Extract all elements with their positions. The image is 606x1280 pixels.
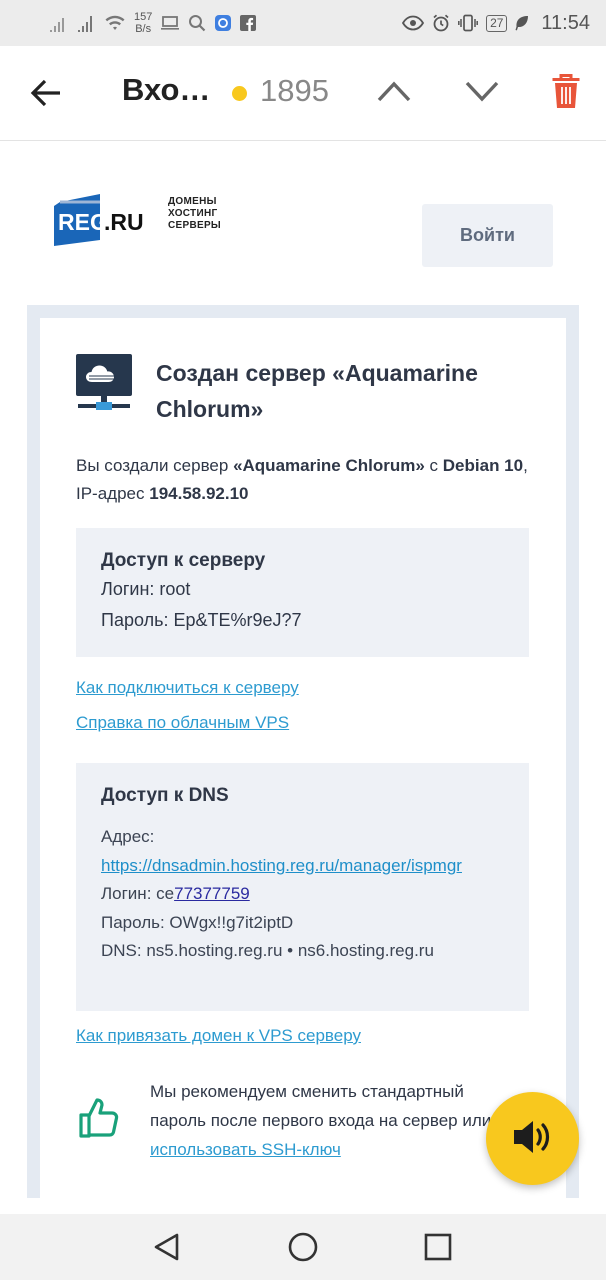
facebook-icon (240, 15, 257, 31)
server-login: Логин: root (101, 579, 191, 599)
nav-back-icon[interactable] (153, 1232, 181, 1267)
speed-value: 157 (134, 11, 153, 23)
app-icon (214, 14, 232, 32)
recommendation-body: Мы рекомендуем сменить стандартный парол… (150, 1082, 492, 1130)
unread-dot (232, 86, 247, 101)
logo-tag-line: ДОМЕНЫ (168, 196, 217, 207)
server-access-heading: Доступ к серверу (101, 550, 266, 571)
dns-login: Логин: ce77377759 (101, 880, 504, 909)
eye-icon (402, 15, 425, 31)
regru-logo: REG .RU (54, 194, 154, 251)
nav-home-icon[interactable] (287, 1232, 319, 1267)
intro-text: с (424, 456, 443, 475)
logo-main-text: REG (58, 209, 108, 235)
server-name: «Aquamarine Chlorum» (233, 456, 425, 475)
clock: 11:54 (541, 11, 590, 34)
dns-login-prefix: Логин: ce (101, 884, 175, 903)
dns-address-link[interactable]: https://dnsadmin.hosting.reg.ru/manager/… (101, 856, 462, 875)
logo-tagline: ДОМЕНЫ ХОСТИНГ СЕРВЕРЫ (168, 196, 221, 232)
bind-domain-link[interactable]: Как привязать домен к VPS серверу (76, 1026, 361, 1046)
login-button[interactable]: Войти (422, 204, 553, 267)
message-counter: 1895 (260, 73, 329, 108)
connect-server-link[interactable]: Как подключиться к серверу (76, 678, 299, 698)
nav-recent-apps-icon[interactable] (424, 1233, 452, 1266)
read-aloud-button[interactable] (486, 1092, 579, 1185)
mail-toolbar: Вхо… 1895 (0, 46, 606, 141)
intro-text: Вы создали сервер (76, 456, 234, 475)
vps-help-link[interactable]: Справка по облачным VPS (76, 713, 289, 733)
dns-login-number[interactable]: 77377759 (174, 884, 250, 903)
dns-servers: DNS: ns5.hosting.reg.ru • ns6.hosting.re… (101, 941, 434, 960)
logo-tag-line: СЕРВЕРЫ (168, 220, 222, 231)
laptop-icon (160, 15, 180, 31)
chevron-up-icon[interactable] (376, 78, 412, 109)
logo-suffix-text: .RU (104, 209, 144, 235)
back-arrow-icon[interactable] (30, 78, 62, 113)
cloud-server-icon (76, 354, 132, 419)
intro-paragraph: Вы создали сервер «Aquamarine Chlorum» с… (76, 452, 536, 508)
email-card (40, 318, 566, 1198)
speaker-icon (511, 1117, 555, 1160)
dns-password: Пароль: OWgx!!g7it2iptD (101, 912, 294, 932)
chevron-down-icon[interactable] (464, 78, 500, 109)
logo-tag-line: ХОСТИНГ (168, 208, 218, 219)
ssh-key-link[interactable]: использовать SSH-ключ (150, 1140, 341, 1159)
wifi-icon (104, 14, 126, 32)
alarm-icon (432, 14, 450, 32)
email-title: Создан сервер «Aquamarine Chlorum» (156, 360, 478, 422)
dns-access-heading: Доступ к DNS (101, 785, 229, 806)
speed-unit: B/s (135, 23, 152, 35)
recommendation-text: Мы рекомендуем сменить стандартный парол… (150, 1077, 510, 1164)
system-navigation-bar (0, 1214, 606, 1280)
server-ip: 194.58.92.10 (149, 484, 249, 503)
status-bar: 157 B/s 27 11:54 (0, 0, 606, 46)
server-os: Debian 10 (442, 456, 524, 475)
thumbs-up-icon (78, 1097, 120, 1144)
battery-indicator: 27 (486, 14, 508, 32)
dns-access-box: Доступ к DNS Адрес: https://dnsadmin.hos… (76, 763, 529, 1011)
vibrate-icon (458, 14, 479, 32)
signal-icon (76, 14, 96, 32)
server-password: Пароль: Ep&TE%r9eJ?7 (101, 610, 302, 630)
dns-address-label: Адрес: (101, 827, 155, 846)
network-speed: 157 B/s (134, 11, 152, 35)
signal-icon (48, 14, 68, 32)
leaf-icon (515, 15, 529, 31)
server-access-box: Доступ к серверу Логин: root Пароль: Ep&… (76, 528, 529, 657)
search-icon (188, 14, 206, 32)
folder-title: Вхо… (122, 72, 211, 107)
trash-icon[interactable] (551, 74, 581, 115)
